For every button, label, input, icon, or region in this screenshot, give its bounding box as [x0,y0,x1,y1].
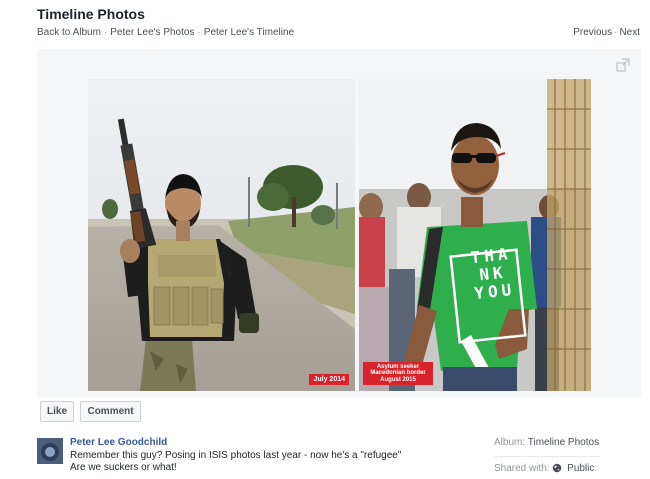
photo-right-refugee: THA NK YOU Asylum seeker Macedonian bord… [359,79,591,391]
shirt-text: THA NK YOU [469,244,517,303]
breadcrumb-separator: · [197,27,201,38]
photo-left-armed-man: July 2014 [88,79,355,391]
photo-caption-tag: Asylum seeker Macedonian border August 2… [363,362,433,385]
breadcrumb-photos[interactable]: Peter Lee's Photos [110,27,194,38]
next-link[interactable]: Next [619,27,640,38]
photo-viewer[interactable]: July 2014 THA NK YOU Asylum seeker Maced… [37,49,641,397]
globe-icon [553,463,562,473]
album-link[interactable]: Timeline Photos [528,437,599,448]
expand-icon[interactable] [616,58,630,72]
previous-link[interactable]: Previous [573,27,612,38]
photo-actions: Like Comment [40,401,143,422]
album-label: Album: [494,437,526,448]
like-button[interactable]: Like [40,401,75,422]
pager-separator: · [614,27,618,38]
audience-value[interactable]: Public [567,463,594,474]
breadcrumb-separator: · [103,27,108,38]
comment-button[interactable]: Comment [80,401,141,422]
post-caption: Remember this guy? Posing in ISIS photos… [70,450,402,473]
breadcrumb: Back to Album · Peter Lee's Photos · Peter L… [37,27,294,38]
page-title: Timeline Photos [37,6,145,22]
photo-pager: Previous · Next [573,27,640,38]
avatar[interactable] [37,438,63,464]
breadcrumb-timeline[interactable]: Peter Lee's Timeline [204,27,294,38]
photo-meta: Album: Timeline Photos Shared with: Publ… [494,437,600,479]
breadcrumb-back-to-album[interactable]: Back to Album [37,27,101,38]
shared-label: Shared with: [494,463,550,474]
author-name[interactable]: Peter Lee Goodchild [70,437,167,448]
photo-date-tag: July 2014 [309,373,349,385]
